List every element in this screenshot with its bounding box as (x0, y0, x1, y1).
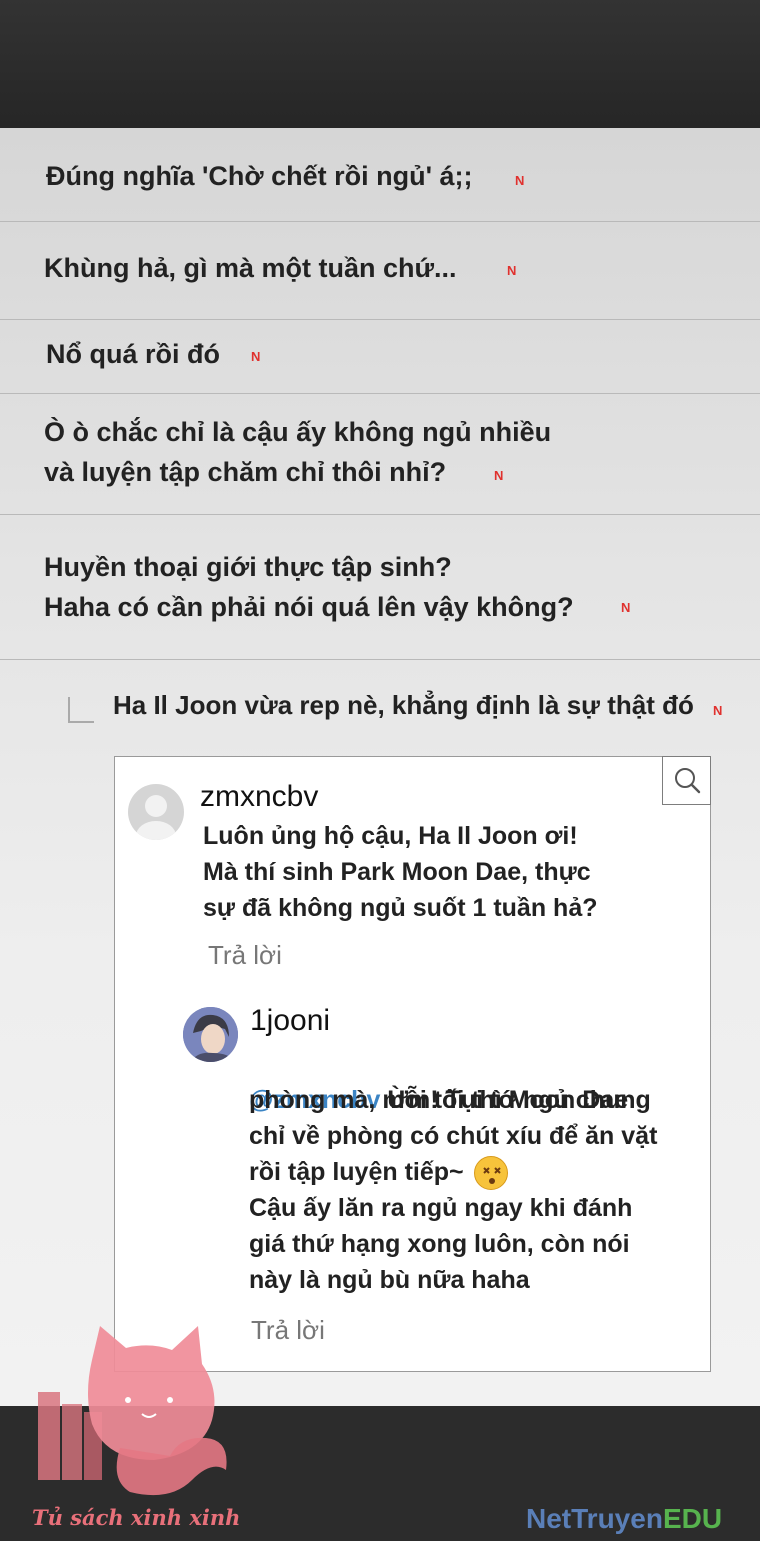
reply-username[interactable]: 1jooni (250, 1004, 330, 1038)
new-badge: N (515, 173, 525, 188)
reply-message-line2: phòng mà, mỗi tối thì Moon Dae (249, 1086, 629, 1114)
user-avatar[interactable] (183, 1007, 238, 1062)
cat-mascot-logo (38, 1326, 227, 1496)
comment-text: Nổ quá rồi đó (46, 339, 220, 369)
reply-comment-text: Ha Il Joon vừa rep nè, khẳng định là sự … (113, 690, 694, 720)
comment-row: Nổ quá rồi đó N (0, 320, 760, 394)
top-dark-band (0, 0, 760, 128)
reply-button[interactable]: Trả lời (208, 940, 282, 971)
reply-message-line4: rồi tập luyện tiếp~ (249, 1158, 464, 1186)
search-icon (675, 768, 701, 794)
dizzy-face-emoji (474, 1156, 508, 1190)
reply-button[interactable]: Trả lời (251, 1315, 325, 1346)
watermark-left: Tủ sách xinh xinh (32, 1505, 241, 1530)
comment-row: Huyền thoại giới thực tập sinh? Haha có … (0, 515, 760, 660)
comment-text: Khùng hả, gì mà một tuần chứ... (44, 253, 457, 283)
new-badge: N (713, 703, 723, 718)
comment-row: Đúng nghĩa 'Chờ chết rồi ngủ' á;; N (0, 128, 760, 222)
watermark-right-b: EDU (662, 1503, 723, 1534)
reply-message-line3: chỉ về phòng có chút xíu để ăn vặt (249, 1122, 658, 1150)
reply-message-rest: Cậu ấy lăn ra ngủ ngay khi đánh giá thứ … (249, 1194, 633, 1294)
comment-text: Huyền thoại giới thực tập sinh? Haha có … (44, 552, 574, 622)
post-message: Luôn ủng hộ cậu, Ha Il Joon ơi! Mà thí s… (203, 822, 598, 922)
comment-text: Ò ò chắc chỉ là cậu ấy không ngủ nhiều v… (44, 417, 552, 487)
watermark-right-a: NetTruyen (526, 1503, 663, 1534)
comment-text: Đúng nghĩa 'Chờ chết rồi ngủ' á;; (46, 161, 473, 191)
new-badge: N (621, 600, 631, 615)
new-badge: N (251, 349, 261, 364)
search-button[interactable] (662, 756, 711, 805)
new-badge: N (494, 468, 504, 483)
default-avatar-icon[interactable] (128, 784, 184, 840)
comment-row: Khùng hả, gì mà một tuần chứ... N (0, 222, 760, 320)
comment-row: Ò ò chắc chỉ là cậu ấy không ngủ nhiều v… (0, 394, 760, 515)
watermark-right: NetTruyenEDU (526, 1503, 722, 1535)
post-username[interactable]: zmxncbv (200, 780, 318, 814)
new-badge: N (507, 263, 517, 278)
reply-indent-icon (68, 697, 94, 723)
